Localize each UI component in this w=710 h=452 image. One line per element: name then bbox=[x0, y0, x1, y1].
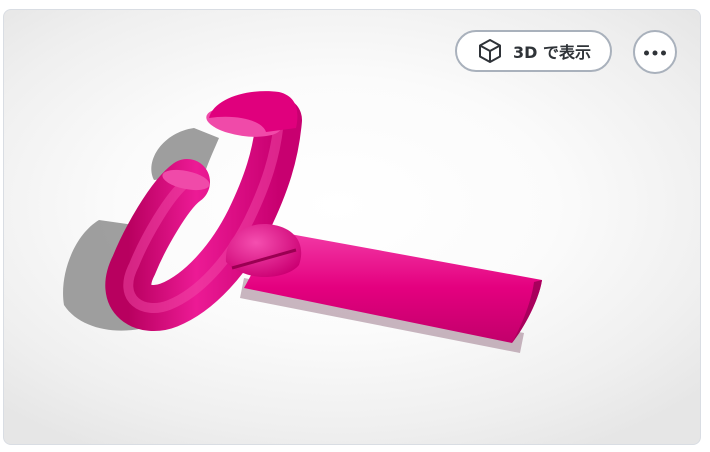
more-options-button[interactable] bbox=[633, 30, 677, 74]
model-preview-card: 3D で表示 bbox=[3, 9, 701, 445]
more-horizontal-icon bbox=[643, 45, 667, 60]
model-render-viewport[interactable] bbox=[4, 10, 700, 444]
view-3d-label: 3D で表示 bbox=[513, 43, 591, 62]
cube-icon bbox=[477, 38, 503, 64]
view-3d-button[interactable]: 3D で表示 bbox=[455, 30, 612, 72]
